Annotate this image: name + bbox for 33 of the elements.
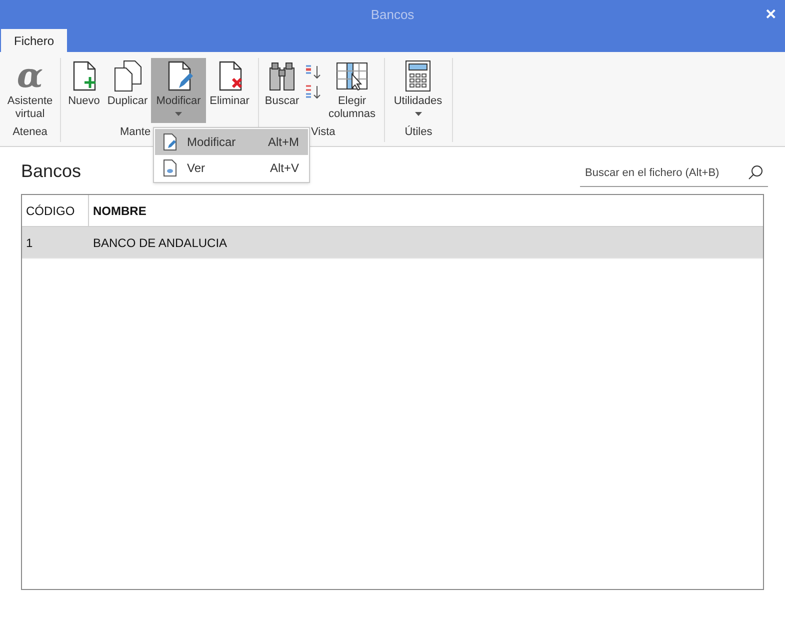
ribbon-button[interactable]: α Asistente virtual	[3, 58, 57, 124]
menu-item[interactable]: Ver Alt+V	[155, 155, 308, 181]
edit-document-icon	[163, 133, 177, 151]
search-icon[interactable]	[748, 165, 763, 180]
close-button[interactable]: ✕	[765, 4, 777, 25]
ribbon-button[interactable]: Eliminar	[206, 58, 253, 124]
table-cell-text: BANCO DE ANDALUCIA	[92, 234, 228, 252]
search-field[interactable]: Buscar en el fichero (Alt+B)	[580, 159, 768, 187]
group-label: Mante	[120, 125, 151, 140]
window-title: Bancos	[370, 6, 414, 24]
ribbon-button[interactable]: Utilidades	[388, 58, 448, 124]
table-row[interactable]: 1 BANCO DE ANDALUCIA	[22, 227, 763, 259]
ribbon-button[interactable]: Duplicar	[104, 58, 151, 124]
group-label: Vista	[311, 125, 336, 140]
view-document-icon	[163, 159, 177, 177]
ribbon-button[interactable]: Buscar	[262, 58, 302, 124]
copy-document-icon	[112, 60, 144, 92]
group-label: Útiles	[404, 124, 432, 140]
page-heading: Bancos	[21, 160, 82, 183]
ribbon-tab[interactable]: Fichero	[1, 29, 68, 52]
ribbon-button[interactable]: Nuevo	[64, 58, 104, 124]
ribbon-button[interactable]: Modificar	[151, 58, 206, 124]
menu-item[interactable]: Modificar Alt+M	[155, 129, 308, 155]
caret-icon	[414, 112, 422, 116]
columns-icon	[335, 60, 369, 92]
alpha-icon: α	[16, 59, 44, 93]
table-cell-text: 1	[25, 234, 34, 252]
group-label: Atenea	[12, 125, 48, 140]
column-header[interactable]: CÓDIGO	[22, 195, 89, 226]
caret-icon	[175, 112, 182, 116]
column-header[interactable]: NOMBRE	[89, 195, 763, 226]
ribbon-button[interactable]: Elegir columnas	[324, 58, 380, 124]
calculator-icon	[404, 60, 432, 92]
